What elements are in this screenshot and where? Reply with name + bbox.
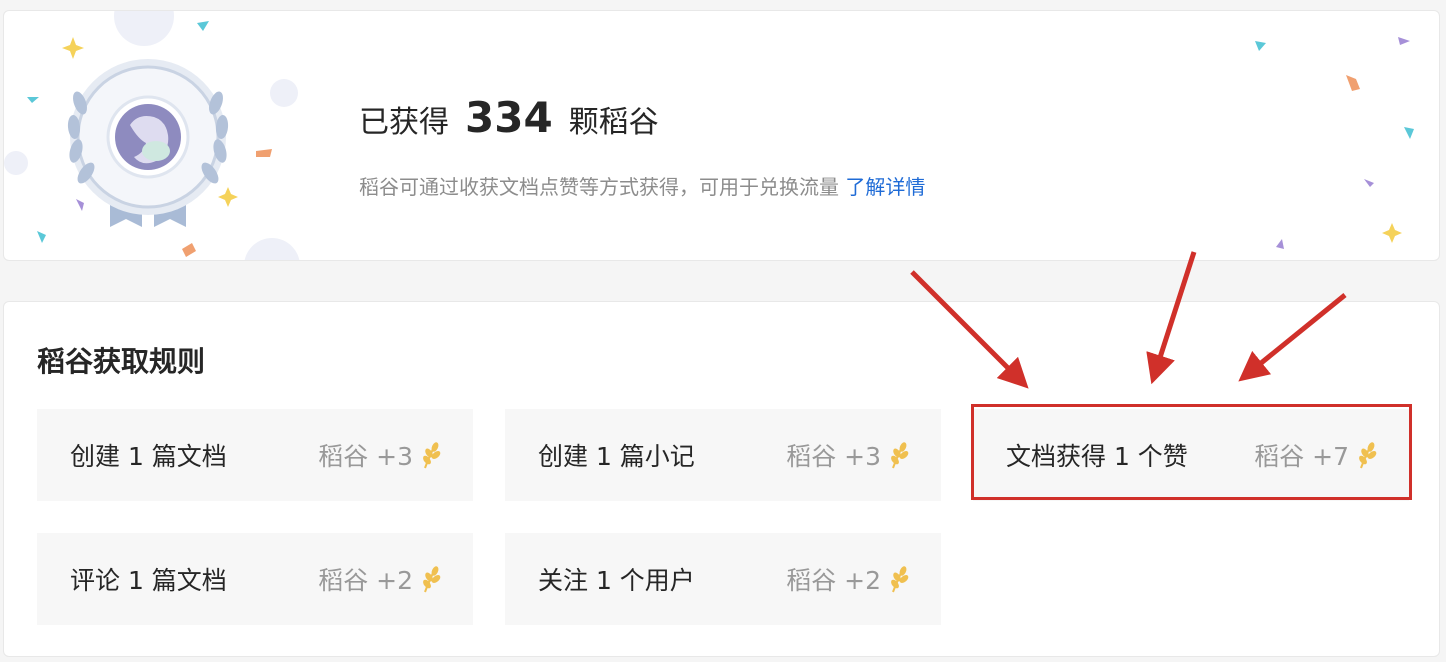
rule-item: 创建 1 篇小记 稻谷 +3 xyxy=(505,409,941,501)
medal-badge-icon xyxy=(67,59,229,227)
rule-reward-text: 稻谷 +2 xyxy=(786,566,881,595)
rule-name: 评论 1 篇文档 xyxy=(70,566,227,595)
rule-reward: 稻谷 +2 xyxy=(786,561,909,597)
grain-count: 334 xyxy=(465,93,553,142)
learn-more-link[interactable]: 了解详情 xyxy=(845,175,925,199)
rule-reward: 稻谷 +3 xyxy=(786,437,909,473)
rule-name: 文档获得 1 个赞 xyxy=(1006,442,1188,471)
wheat-icon xyxy=(423,566,441,593)
wheat-icon xyxy=(423,442,441,469)
rule-reward-text: 稻谷 +7 xyxy=(1254,442,1349,471)
rule-reward-text: 稻谷 +3 xyxy=(786,442,881,471)
rules-card: 稻谷获取规则 创建 1 篇文档 稻谷 +3 创建 1 篇小记 稻谷 +3 文档获… xyxy=(3,301,1440,657)
grain-description: 稻谷可通过收获文档点赞等方式获得，可用于兑换流量 了解详情 xyxy=(359,171,925,200)
summary-card: 已获得 334 颗稻谷 稻谷可通过收获文档点赞等方式获得，可用于兑换流量 了解详… xyxy=(3,10,1440,261)
summary-suffix: 颗稻谷 xyxy=(568,105,659,140)
rule-reward: 稻谷 +2 xyxy=(318,561,441,597)
description-text: 稻谷可通过收获文档点赞等方式获得，可用于兑换流量 xyxy=(359,175,839,199)
rule-item: 评论 1 篇文档 稻谷 +2 xyxy=(37,533,473,625)
wheat-icon xyxy=(891,566,909,593)
rule-name: 关注 1 个用户 xyxy=(538,566,695,595)
rule-item: 关注 1 个用户 稻谷 +2 xyxy=(505,533,941,625)
rule-item: 文档获得 1 个赞 稻谷 +7 xyxy=(973,409,1409,501)
rule-name: 创建 1 篇小记 xyxy=(538,442,695,471)
grain-summary: 已获得 334 颗稻谷 xyxy=(359,93,659,142)
rule-item: 创建 1 篇文档 稻谷 +3 xyxy=(37,409,473,501)
rule-reward: 稻谷 +7 xyxy=(1254,437,1377,473)
rule-reward: 稻谷 +3 xyxy=(318,437,441,473)
wheat-icon xyxy=(1359,442,1377,469)
rule-reward-text: 稻谷 +2 xyxy=(318,566,413,595)
summary-prefix: 已获得 xyxy=(359,105,449,140)
rule-reward-text: 稻谷 +3 xyxy=(318,442,413,471)
rule-name: 创建 1 篇文档 xyxy=(70,442,227,471)
wheat-icon xyxy=(891,442,909,469)
rules-title: 稻谷获取规则 xyxy=(37,345,206,378)
